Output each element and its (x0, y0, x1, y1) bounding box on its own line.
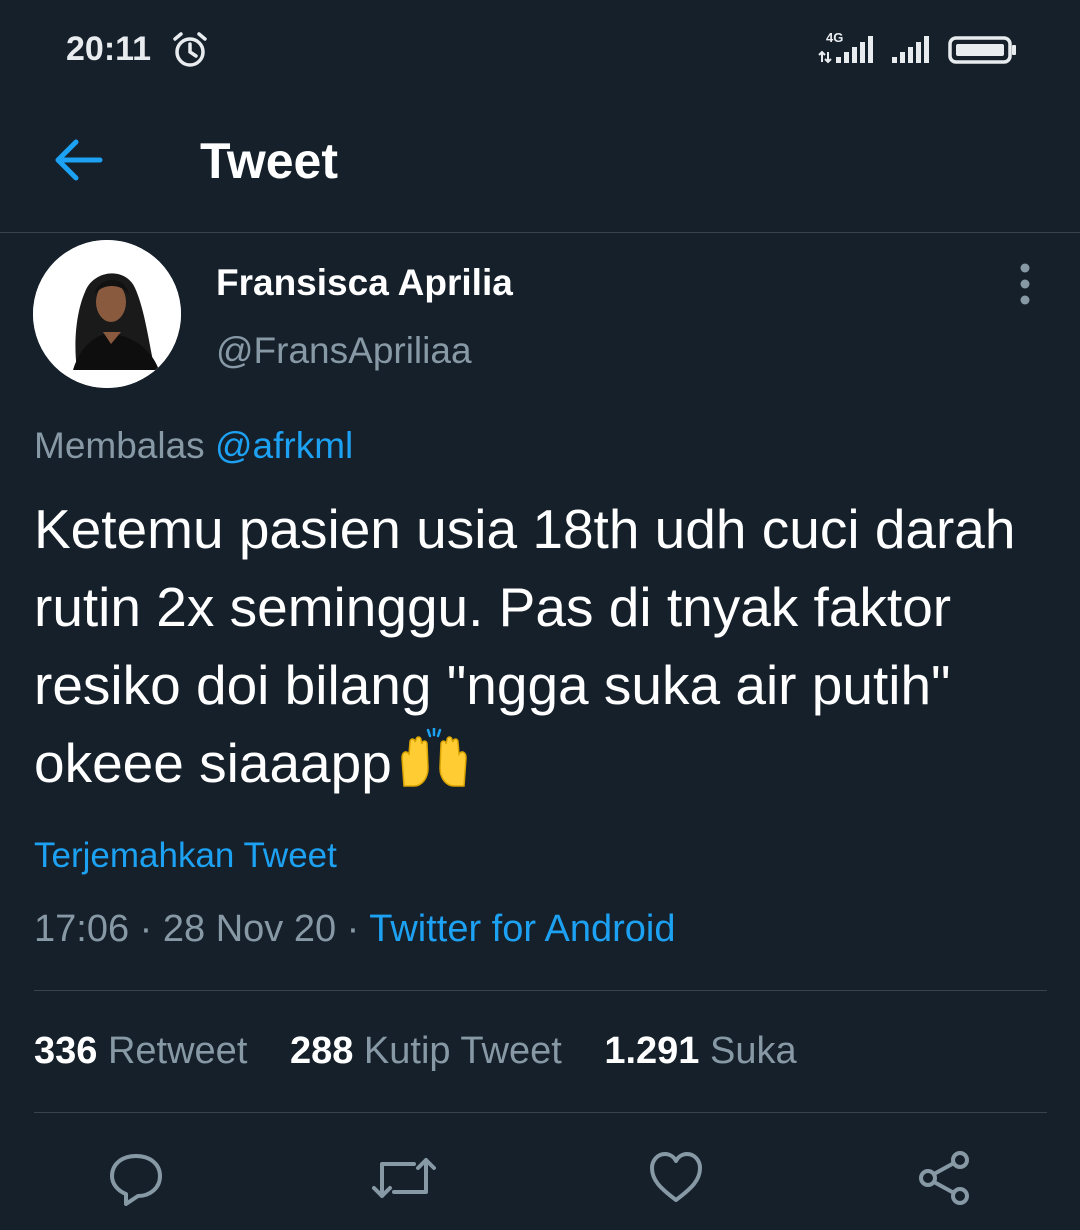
meta-separator-2: · (336, 908, 370, 950)
retweet-count-value: 336 (34, 1030, 98, 1072)
avatar[interactable] (33, 240, 181, 388)
quote-count-label: Kutip Tweet (363, 1030, 562, 1072)
network-label: 4G (826, 30, 843, 45)
like-count-label: Suka (710, 1030, 797, 1072)
reply-icon[interactable] (108, 1150, 164, 1206)
signal-icon (892, 36, 929, 63)
top-bar: Tweet (0, 100, 1080, 233)
like-icon[interactable] (648, 1150, 704, 1206)
arrow-left-icon[interactable] (52, 138, 104, 182)
reply-context: Membalas @afrkml (34, 425, 353, 467)
author-handle[interactable]: @FransApriliaa (216, 330, 472, 372)
signal-4g-icon: 4G (818, 30, 873, 64)
tweet-time: 17:06 (34, 908, 130, 950)
share-icon[interactable] (916, 1150, 972, 1206)
tweet-stats: 336 Retweet 288 Kutip Tweet 1.291 Suka (34, 1030, 829, 1073)
avatar-photo (33, 240, 181, 388)
like-count-value: 1.291 (604, 1030, 700, 1072)
retweet-count-label: Retweet (107, 1030, 248, 1072)
reply-prefix: Membalas (34, 425, 205, 466)
status-time: 20:11 (66, 30, 152, 68)
quote-count[interactable]: 288 Kutip Tweet (290, 1030, 562, 1073)
author-display-name[interactable]: Fransisca Aprilia (216, 262, 513, 304)
divider (34, 1112, 1047, 1113)
page-title: Tweet (200, 133, 338, 189)
divider (34, 990, 1047, 991)
raising-hands-emoji-icon (401, 728, 467, 787)
tweet-body: Ketemu pasien usia 18th udh cuci darah r… (34, 498, 1016, 794)
alarm-icon (173, 32, 207, 67)
tweet-date: 28 Nov 20 (162, 908, 337, 950)
status-bar: 20:11 4G (0, 0, 1080, 100)
meta-separator-1: · (129, 908, 163, 950)
tweet-meta: 17:06 · 28 Nov 20 · Twitter for Android (34, 908, 675, 951)
like-count[interactable]: 1.291 Suka (604, 1030, 796, 1073)
battery-icon (948, 36, 1016, 64)
translate-tweet-link[interactable]: Terjemahkan Tweet (34, 836, 337, 876)
tweet-text: Ketemu pasien usia 18th udh cuci darah r… (34, 490, 1064, 802)
retweet-icon[interactable] (372, 1150, 436, 1206)
retweet-count[interactable]: 336 Retweet (34, 1030, 247, 1073)
quote-count-value: 288 (289, 1030, 354, 1072)
more-options-icon[interactable] (1010, 262, 1040, 306)
tweet-source-link[interactable]: Twitter for Android (369, 908, 675, 950)
reply-mention-link[interactable]: @afrkml (215, 425, 353, 466)
